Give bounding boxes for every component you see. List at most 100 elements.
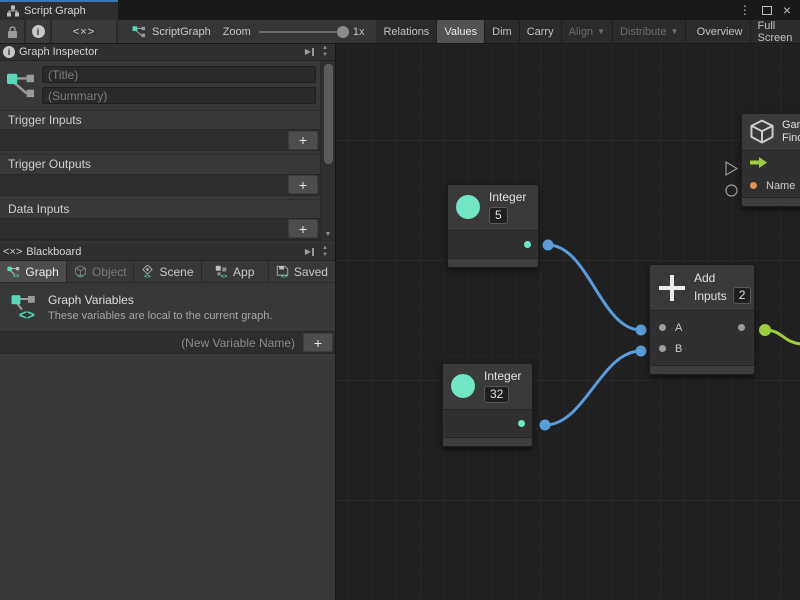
object-tab-icon: <> (74, 265, 87, 278)
graph-breadcrumb[interactable]: ScriptGraph (118, 20, 223, 43)
node-footer (448, 258, 538, 267)
close-icon[interactable]: × (783, 2, 791, 18)
scroll-up-icon[interactable]: ▲ (322, 245, 328, 252)
node-integer-5[interactable]: Integer 5 (447, 184, 539, 268)
align-dropdown[interactable]: Align ▼ (562, 20, 613, 43)
connection-dot[interactable] (543, 240, 554, 251)
section-data-inputs: Data Inputs (0, 199, 320, 218)
scroll-up-icon[interactable]: ▲ (322, 45, 328, 52)
fullscreen-button[interactable]: Full Screen (751, 20, 800, 43)
input-port-a[interactable] (659, 324, 666, 331)
dock-icon[interactable]: ▶ (305, 248, 314, 256)
blackboard-toggle-button[interactable]: <×> (52, 20, 118, 43)
scroll-down-icon[interactable]: ▼ (325, 231, 332, 238)
add-icon (659, 275, 685, 301)
string-input-port[interactable] (750, 182, 757, 189)
tab-saved[interactable]: <> Saved (269, 261, 335, 282)
new-variable-row: (New Variable Name) + (0, 331, 335, 354)
relations-button[interactable]: Relations (376, 20, 437, 43)
wire-int5-to-add-a[interactable] (548, 245, 641, 330)
port-label: Name (766, 180, 795, 192)
blackboard-title: Blackboard (26, 246, 81, 258)
inspector-toggle-button[interactable]: i (26, 20, 52, 43)
node-add[interactable]: Add Inputs 2 A B (649, 264, 755, 375)
new-variable-input[interactable]: (New Variable Name) (2, 336, 303, 350)
scroll-arrows[interactable]: ▲ ▼ (318, 45, 332, 59)
graph-name-label: ScriptGraph (152, 26, 211, 38)
graph-tab-icon: <> (7, 265, 20, 278)
scene-tab-icon: <> (141, 265, 154, 278)
node-integer-32[interactable]: Integer 32 (442, 363, 533, 447)
node-title: Integer (489, 190, 526, 204)
connection-dot[interactable] (636, 325, 647, 336)
app-tab-icon: <> (215, 265, 228, 278)
wire-int32-to-add-b[interactable] (545, 351, 641, 425)
scroll-down-icon[interactable]: ▼ (322, 52, 328, 59)
chevron-down-icon: ▼ (670, 27, 678, 36)
integer-value-input[interactable]: 32 (484, 386, 509, 403)
zoom-slider[interactable] (259, 31, 345, 33)
name-input-row: Name (742, 174, 800, 197)
menu-icon[interactable]: ⋮ (739, 3, 751, 17)
data-inputs-list: + (0, 218, 320, 240)
node-title-line1: GameObject (782, 119, 800, 132)
window-tab-bar: Script Graph ⋮ × (0, 0, 800, 20)
blackboard-header[interactable]: <×> Blackboard ▶ ▲ ▼ (0, 244, 335, 261)
port-row-a: A (650, 317, 754, 338)
graph-inspector-header[interactable]: i Graph Inspector ▶ ▲ ▼ (0, 44, 335, 61)
add-trigger-input-button[interactable]: + (288, 131, 318, 150)
gameobject-cube-icon (749, 119, 775, 145)
values-button[interactable]: Values (437, 20, 485, 43)
add-variable-button[interactable]: + (303, 333, 333, 352)
add-trigger-output-button[interactable]: + (288, 175, 318, 194)
inputs-count-input[interactable]: 2 (733, 287, 752, 304)
output-port[interactable] (518, 420, 525, 427)
graph-title-input[interactable]: (Title) (42, 66, 316, 83)
connection-dot[interactable] (759, 324, 771, 336)
graph-variables-heading: Graph Variables (48, 293, 272, 307)
tab-graph[interactable]: <> Graph (0, 261, 67, 282)
scroll-down-icon[interactable]: ▼ (322, 252, 328, 259)
dim-button[interactable]: Dim (485, 20, 520, 43)
script-graph-icon (132, 25, 146, 38)
output-port[interactable] (738, 324, 745, 331)
distribute-dropdown[interactable]: Distribute ▼ (613, 20, 686, 43)
tab-script-graph[interactable]: Script Graph (0, 0, 118, 20)
dock-icon[interactable]: ▶ (305, 48, 314, 56)
port-row-b: B (650, 338, 754, 359)
scrollbar-thumb[interactable] (324, 64, 333, 164)
node-title: Integer (484, 369, 521, 383)
maximize-icon[interactable] (762, 6, 772, 15)
graph-inspector-title: Graph Inspector (19, 46, 98, 58)
graph-canvas[interactable]: Integer 5 Integer 32 (336, 44, 800, 600)
variables-icon: <×> (3, 246, 22, 258)
saved-tab-icon: <> (276, 265, 289, 278)
overview-button[interactable]: Overview (690, 20, 751, 43)
tab-object[interactable]: <> Object (67, 261, 134, 282)
graph-summary-input[interactable]: (Summary) (42, 87, 316, 104)
node-footer (443, 437, 532, 446)
lock-button[interactable] (0, 20, 26, 43)
tab-title: Script Graph (24, 5, 86, 17)
node-title: Add (694, 271, 751, 285)
integer-type-icon (456, 195, 480, 219)
integer-value-input[interactable]: 5 (489, 207, 508, 224)
input-port-b[interactable] (659, 345, 666, 352)
zoom-slider-handle[interactable] (337, 26, 349, 38)
scroll-arrows[interactable]: ▲ ▼ (318, 245, 332, 259)
tab-scene[interactable]: <> Scene (134, 261, 201, 282)
integer-type-icon (451, 374, 475, 398)
output-port[interactable] (524, 241, 531, 248)
connection-dot[interactable] (636, 346, 647, 357)
flow-arrow-icon[interactable] (750, 157, 767, 168)
lock-icon (6, 25, 19, 39)
connection-dot[interactable] (540, 420, 551, 431)
carry-button[interactable]: Carry (520, 20, 562, 43)
inspector-scrollbar[interactable]: ▼ (320, 61, 335, 240)
svg-text:<>: <> (19, 307, 35, 320)
tab-app[interactable]: <> App (202, 261, 269, 282)
add-data-input-button[interactable]: + (288, 219, 318, 238)
section-trigger-outputs: Trigger Outputs (0, 154, 320, 173)
node-gameobject-find[interactable]: GameObject Find Name (741, 113, 800, 207)
flow-stub-icon (726, 162, 737, 175)
